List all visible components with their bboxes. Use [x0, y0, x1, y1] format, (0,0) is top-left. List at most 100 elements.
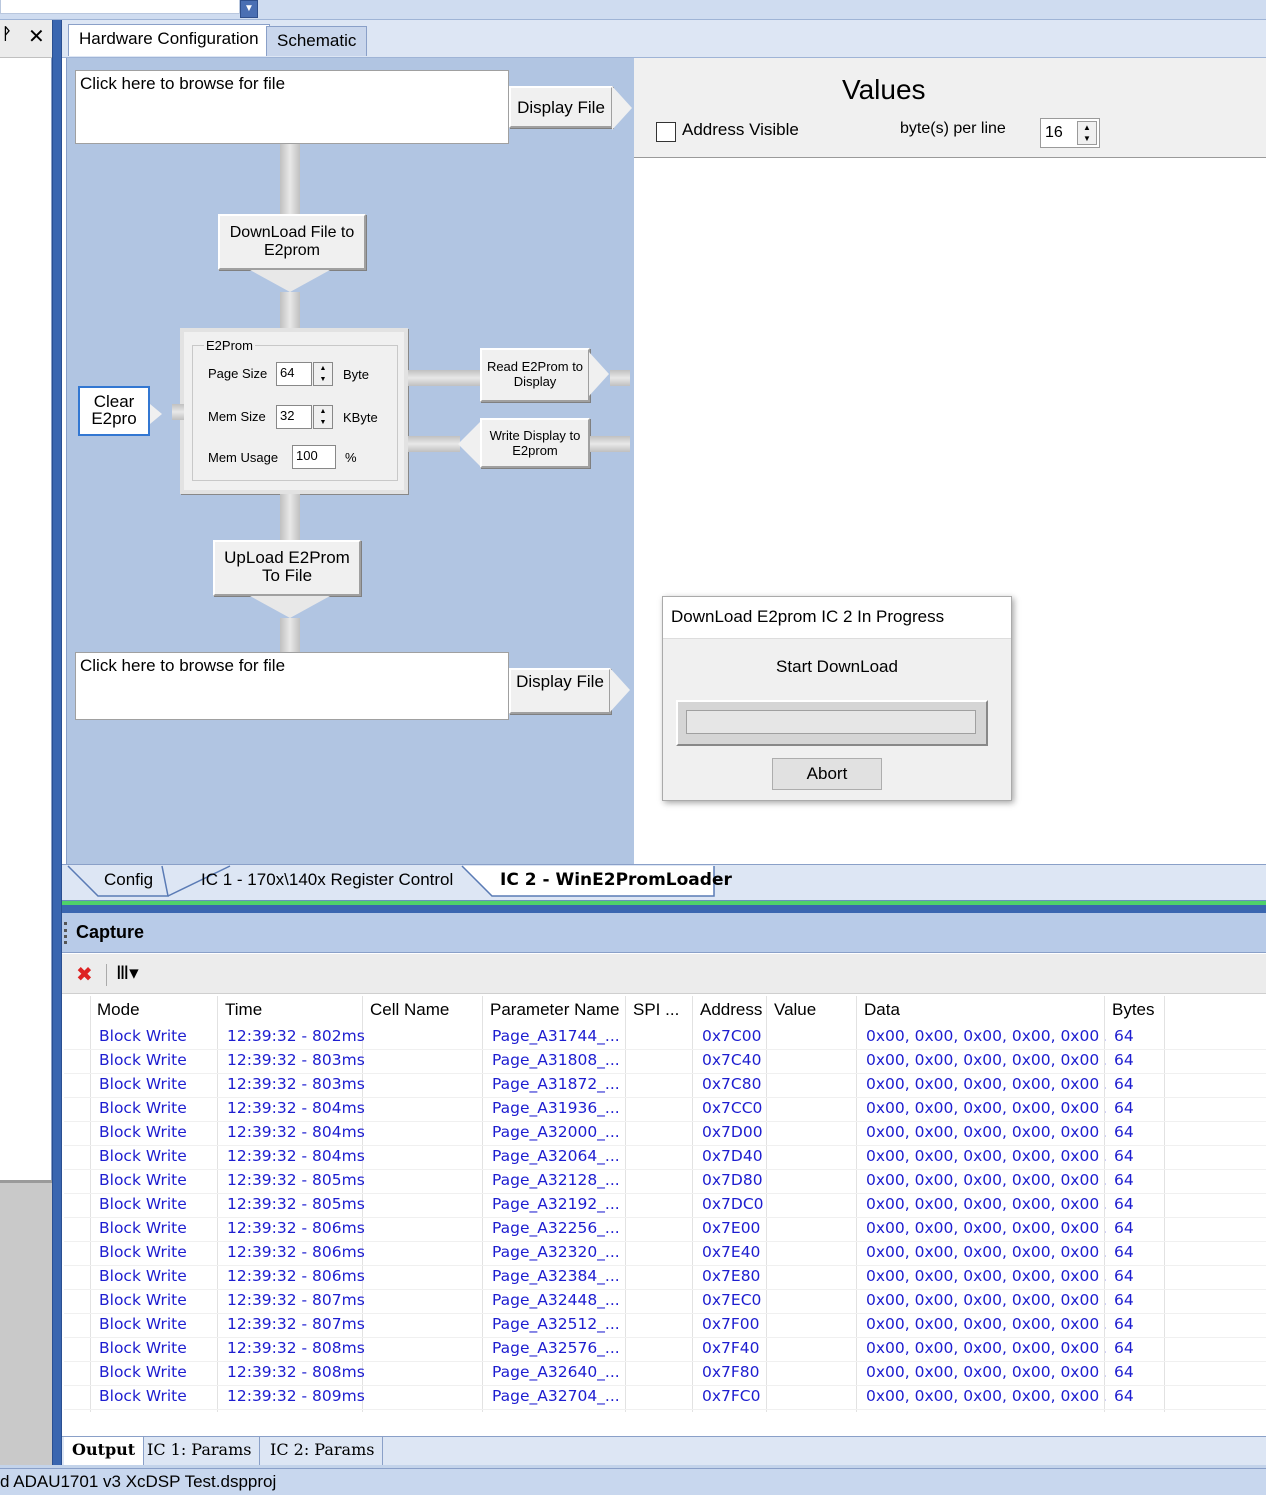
grip-handle[interactable] [64, 922, 67, 944]
column-header[interactable]: Time [225, 1000, 363, 1026]
table-row[interactable]: Block Write 12:39:32 - 804ms Page_A32064_.… [64, 1146, 1266, 1170]
table-cell: 12:39:32 - 807ms [227, 1291, 365, 1309]
tab-ic1-register-control[interactable]: IC 1 - 170x\140x Register Control [201, 865, 453, 897]
top-combo-input[interactable] [0, 0, 240, 14]
table-cell: 0x00, 0x00, 0x00, 0x00, 0x00 ... [866, 1363, 1106, 1381]
column-header[interactable]: SPI ... [633, 1000, 693, 1026]
chevron-down-icon[interactable]: ▼ [240, 0, 258, 18]
values-header [634, 58, 1266, 158]
display-file-top-button[interactable]: Display File [509, 86, 613, 128]
capture-title: Capture [76, 922, 145, 942]
page-size-unit: Byte [343, 367, 370, 382]
table-cell: Block Write [99, 1219, 187, 1237]
table-cell: Block Write [99, 1027, 187, 1045]
table-cell: Page_A32704_... [492, 1387, 620, 1405]
table-cell: Block Write [99, 1099, 187, 1117]
display-file-bottom-button[interactable]: Display File [509, 668, 611, 714]
table-cell: 0x7F80 [702, 1363, 760, 1381]
table-cell: 0x00, 0x00, 0x00, 0x00, 0x00 ... [866, 1051, 1106, 1069]
tab-config[interactable]: Config [104, 865, 153, 897]
table-cell: 12:39:32 - 807ms [227, 1315, 365, 1333]
column-header[interactable]: Data [864, 1000, 1104, 1026]
table-row[interactable]: Block Write 12:39:32 - 809ms Page_A32704_.… [64, 1386, 1266, 1410]
table-cell: 0x7F00 [702, 1315, 760, 1333]
arrow-right-icon [589, 352, 609, 396]
tab-ic2-wine2promloader[interactable]: IC 2 - WinE2PromLoader [500, 865, 732, 897]
table-cell: Page_A32256_... [492, 1219, 620, 1237]
table-cell: Page_A32064_... [492, 1147, 620, 1165]
table-cell: Page_A32320_... [492, 1243, 620, 1261]
table-row[interactable]: Block Write 12:39:32 - 806ms Page_A32384_.… [64, 1266, 1266, 1290]
pipe [172, 404, 184, 420]
table-cell: 12:39:32 - 804ms [227, 1099, 365, 1117]
page-size-input[interactable]: 64 [276, 362, 312, 386]
tab-schematic[interactable]: Schematic [266, 26, 368, 56]
abort-button[interactable]: Abort [772, 758, 882, 790]
column-header[interactable]: Value [774, 1000, 858, 1026]
splitter[interactable] [52, 20, 62, 1465]
close-icon[interactable]: ✕ [28, 24, 45, 49]
table-cell: 0x7FC0 [702, 1387, 761, 1405]
clear-e2prom-button[interactable]: Clear E2pro [78, 386, 150, 436]
download-to-e2prom-button[interactable]: DownLoad File to E2prom [218, 214, 366, 270]
capture-toolbar [62, 954, 1266, 994]
table-cell: 0x00, 0x00, 0x00, 0x00, 0x00 ... [866, 1027, 1106, 1045]
column-header[interactable]: Parameter Name [490, 1000, 626, 1026]
table-cell: Page_A32000_... [492, 1123, 620, 1141]
table-row[interactable]: Block Write 12:39:32 - 804ms Page_A31936_.… [64, 1098, 1266, 1122]
table-cell: 12:39:32 - 804ms [227, 1123, 365, 1141]
table-cell: 64 [1114, 1171, 1134, 1189]
table-row[interactable]: Block Write 12:39:32 - 807ms Page_A32512_.… [64, 1314, 1266, 1338]
table-row[interactable]: Block Write 12:39:32 - 806ms Page_A32256_.… [64, 1218, 1266, 1242]
table-row[interactable]: Block Write 12:39:32 - 803ms Page_A31872_.… [64, 1074, 1266, 1098]
tab-ic1-params[interactable]: IC 1: Params [139, 1437, 261, 1465]
read-e2prom-button[interactable]: Read E2Prom to Display [480, 348, 590, 402]
mem-usage-input[interactable]: 100 [292, 445, 336, 469]
table-cell: 12:39:32 - 806ms [227, 1243, 365, 1261]
table-row[interactable]: Block Write 12:39:32 - 805ms Page_A32128_.… [64, 1170, 1266, 1194]
bytes-per-line-spinner[interactable]: ▲ ▼ [1077, 121, 1097, 145]
table-row[interactable]: Block Write 12:39:32 - 807ms Page_A32448_.… [64, 1290, 1266, 1314]
tab-output[interactable]: Output [64, 1437, 145, 1465]
table-cell: 64 [1114, 1099, 1134, 1117]
table-cell: 12:39:32 - 809ms [227, 1387, 365, 1405]
columns-icon[interactable]: Ⅲ▾ [116, 962, 139, 985]
browse-file-bottom[interactable]: Click here to browse for file [75, 652, 509, 720]
column-header[interactable]: Address [700, 1000, 768, 1026]
table-row[interactable]: Block Write 12:39:32 - 803ms Page_A31808_.… [64, 1050, 1266, 1074]
table-cell: Block Write [99, 1339, 187, 1357]
pin-icon[interactable]: ᚹ [2, 26, 12, 44]
table-cell: Block Write [99, 1387, 187, 1405]
column-header[interactable]: Mode [97, 1000, 217, 1026]
column-header[interactable]: Cell Name [370, 1000, 482, 1026]
tab-ic2-params[interactable]: IC 2: Params [262, 1437, 384, 1465]
write-display-button[interactable]: Write Display to E2prom [480, 418, 590, 468]
table-cell: Page_A32192_... [492, 1195, 620, 1213]
table-cell: 12:39:32 - 806ms [227, 1219, 365, 1237]
table-row[interactable]: Block Write 12:39:32 - 805ms Page_A32192_.… [64, 1194, 1266, 1218]
progress-bar [686, 710, 976, 734]
browse-file-top[interactable]: Click here to browse for file [75, 70, 509, 144]
upload-to-file-button[interactable]: UpLoad E2Prom To File [213, 540, 361, 596]
table-row[interactable]: Block Write 12:39:32 - 808ms Page_A32640_.… [64, 1362, 1266, 1386]
table-cell: Page_A32512_... [492, 1315, 620, 1333]
table-cell: 64 [1114, 1267, 1134, 1285]
table-row[interactable]: Block Write 12:39:32 - 802ms Page_A31744_.… [64, 1026, 1266, 1050]
table-cell: 12:39:32 - 806ms [227, 1267, 365, 1285]
tab-hardware-configuration[interactable]: Hardware Configuration [68, 24, 270, 56]
arrow-left-icon [458, 422, 480, 466]
mem-size-input[interactable]: 32 [276, 405, 312, 429]
column-header[interactable]: Bytes [1112, 1000, 1162, 1026]
mem-size-spinner[interactable]: ▲ ▼ [313, 405, 333, 429]
bytes-per-line-input[interactable]: 16 ▲ ▼ [1040, 118, 1100, 148]
table-cell: Block Write [99, 1291, 187, 1309]
table-cell: 64 [1114, 1027, 1134, 1045]
divider [62, 905, 1266, 913]
table-row[interactable]: Block Write 12:39:32 - 806ms Page_A32320_.… [64, 1242, 1266, 1266]
clear-capture-icon[interactable]: ✖ [76, 962, 93, 987]
table-row[interactable]: Block Write 12:39:32 - 808ms Page_A32576_.… [64, 1338, 1266, 1362]
table-row[interactable]: Block Write 12:39:32 - 804ms Page_A32000_.… [64, 1122, 1266, 1146]
page-size-spinner[interactable]: ▲ ▼ [313, 362, 333, 386]
table-cell: Block Write [99, 1195, 187, 1213]
address-visible-checkbox[interactable] [656, 122, 676, 142]
